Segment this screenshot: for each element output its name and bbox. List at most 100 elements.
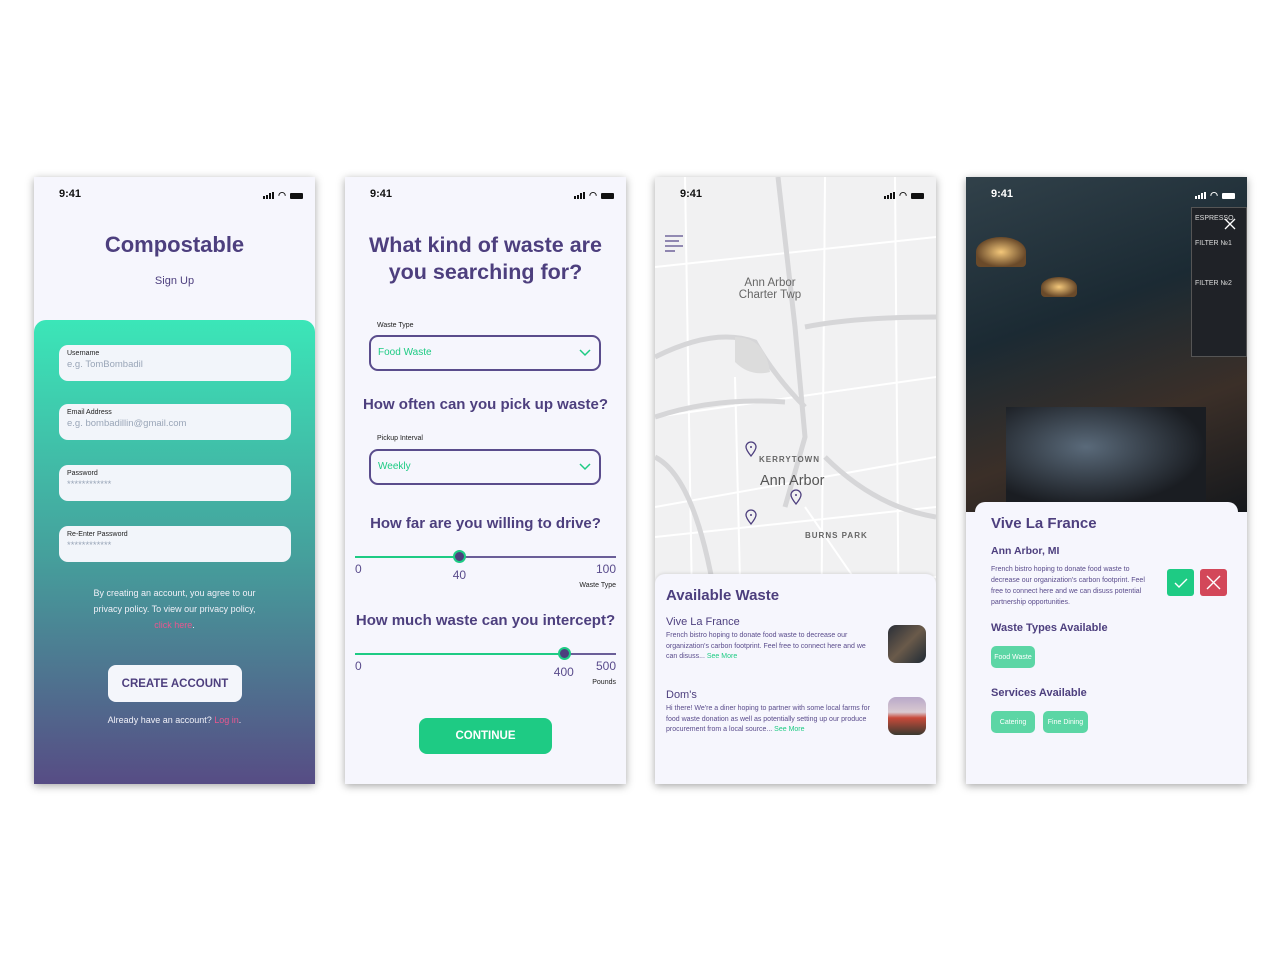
slider-max: 100 [595, 562, 616, 576]
status-time: 9:41 [59, 188, 82, 200]
close-icon[interactable] [1224, 218, 1236, 230]
username-field[interactable]: Username e.g. TomBombadil [59, 345, 291, 381]
description-text: French bistro hoping to donate food wast… [666, 632, 866, 660]
chevron-down-icon [579, 349, 591, 357]
restaurant-name: Vive La France [991, 515, 1097, 532]
see-more-link[interactable]: See More [707, 653, 737, 660]
login-prompt-text: Already have an account? [107, 715, 212, 725]
pickup-interval-select[interactable]: Weekly [369, 449, 601, 485]
slider-value: 40 [452, 568, 467, 582]
menu-board: ESPRESSO FILTER №1 FILTER №2 [1191, 207, 1247, 357]
slider-min: 0 [355, 659, 362, 673]
pickup-question: How often can you pick up waste? [362, 396, 609, 413]
signal-icon [884, 192, 896, 199]
title-line: What kind of waste are [369, 233, 602, 257]
status-bar: 9:41 ◠ [34, 188, 315, 202]
slider-fill [355, 556, 460, 558]
close-icon [1206, 575, 1221, 590]
field-label: Username [67, 350, 100, 357]
password-field[interactable]: Password ************ [59, 465, 291, 501]
sign-text: FILTER №2 [1195, 280, 1232, 287]
label-line: Ann Arbor [744, 277, 796, 289]
label-line: Charter Twp [738, 289, 802, 301]
listing-item[interactable]: Vive La France French bistro hoping to d… [666, 616, 926, 663]
email-field[interactable]: Email Address e.g. bombadillin@gmail.com [59, 404, 291, 440]
restaurant-location: Ann Arbor, MI [991, 545, 1060, 557]
page-subtitle: Sign Up [154, 275, 195, 287]
signal-icon [1195, 192, 1207, 199]
listing-thumbnail [888, 625, 926, 663]
battery-icon [290, 192, 303, 199]
listing-thumbnail [888, 697, 926, 735]
privacy-link[interactable]: click here [154, 620, 192, 630]
status-time: 9:41 [991, 188, 1014, 200]
status-bar: 9:41 ◠ [655, 188, 936, 202]
diners [1006, 407, 1206, 507]
map-screen: 9:41 ◠ Ann Arbor Charter Twp KERRYTOWN An… [655, 177, 936, 784]
waste-type-chip[interactable]: Food Waste [991, 646, 1035, 668]
map-label-township: Ann Arbor Charter Twp [725, 277, 815, 301]
app-title: Compostable [104, 232, 245, 257]
slider-value: 400 [553, 665, 574, 679]
field-label: Re-Enter Password [67, 531, 128, 538]
create-account-button[interactable]: CREATE ACCOUNT [108, 665, 242, 702]
listing-description: French bistro hoping to donate food wast… [666, 631, 876, 663]
restaurant-photo: ESPRESSO FILTER №1 FILTER №2 [966, 177, 1247, 512]
map-label-burns-park: BURNS PARK [805, 531, 868, 540]
slider-unit: Waste Type [579, 582, 616, 589]
listing-item[interactable]: Dom's Hi there! We're a diner hoping to … [666, 689, 926, 736]
map-pin-icon[interactable] [790, 489, 802, 505]
period: . [192, 620, 195, 630]
status-bar: 9:41 ◠ [966, 188, 1247, 202]
status-bar: 9:41 ◠ [345, 188, 626, 202]
waste-amount-slider[interactable] [355, 647, 616, 660]
waste-type-select[interactable]: Food Waste [369, 335, 601, 371]
status-time: 9:41 [370, 188, 393, 200]
listing-name: Dom's [666, 689, 697, 701]
signup-form-panel: Username e.g. TomBombadil Email Address e.… [34, 320, 315, 784]
field-label: Email Address [67, 409, 112, 416]
map-label-city: Ann Arbor [760, 473, 825, 489]
period: . [238, 715, 242, 725]
description-text: Hi there! We're a diner hoping to partne… [666, 705, 870, 733]
title-line: you searching for? [388, 260, 583, 284]
slider-handle[interactable] [557, 647, 571, 660]
chevron-down-icon [579, 463, 591, 471]
map-pin-icon[interactable] [745, 509, 757, 525]
hamburger-menu-icon[interactable] [665, 234, 684, 253]
slider-max: 500 [595, 659, 616, 673]
reject-button[interactable] [1200, 569, 1227, 596]
signal-icon [574, 192, 586, 199]
detail-card: Vive La France Ann Arbor, MI French bist… [975, 502, 1238, 784]
slider-fill [355, 653, 564, 655]
map-pin-icon[interactable] [745, 441, 757, 457]
drive-question: How far are you willing to drive? [370, 515, 601, 532]
login-link[interactable]: Log in [214, 715, 239, 725]
reenter-password-field[interactable]: Re-Enter Password ************ [59, 526, 291, 562]
accept-button[interactable] [1167, 569, 1194, 596]
pickup-interval-label: Pickup Interval [377, 435, 423, 442]
see-more-link[interactable]: See More [774, 726, 804, 733]
slider-min: 0 [355, 562, 362, 576]
wifi-icon: ◠ [278, 190, 286, 200]
preferences-screen: 9:41 ◠ What kind of waste are you searchi… [345, 177, 626, 784]
pendant-lamp [1041, 277, 1077, 297]
map-label-kerrytown: KERRYTOWN [759, 455, 820, 464]
listing-detail-screen: ESPRESSO FILTER №1 FILTER №2 9:41 ◠ Vive L… [966, 177, 1247, 784]
continue-button[interactable]: CONTINUE [419, 718, 552, 754]
service-chip[interactable]: Catering [991, 711, 1035, 733]
field-label: Password [67, 470, 98, 477]
selected-value: Food Waste [378, 347, 432, 358]
checkmark-icon [1174, 578, 1188, 588]
wifi-icon: ◠ [1210, 190, 1218, 200]
field-placeholder: ************ [67, 479, 112, 490]
drive-distance-slider[interactable] [355, 550, 616, 563]
services-heading: Services Available [991, 687, 1087, 699]
service-chip[interactable]: Fine Dining [1043, 711, 1088, 733]
slider-handle[interactable] [453, 550, 467, 563]
slider-unit: Pounds [592, 679, 616, 686]
battery-icon [911, 192, 924, 199]
field-placeholder: e.g. bombadillin@gmail.com [67, 418, 187, 429]
listing-name: Vive La France [666, 616, 740, 628]
battery-icon [601, 192, 614, 199]
